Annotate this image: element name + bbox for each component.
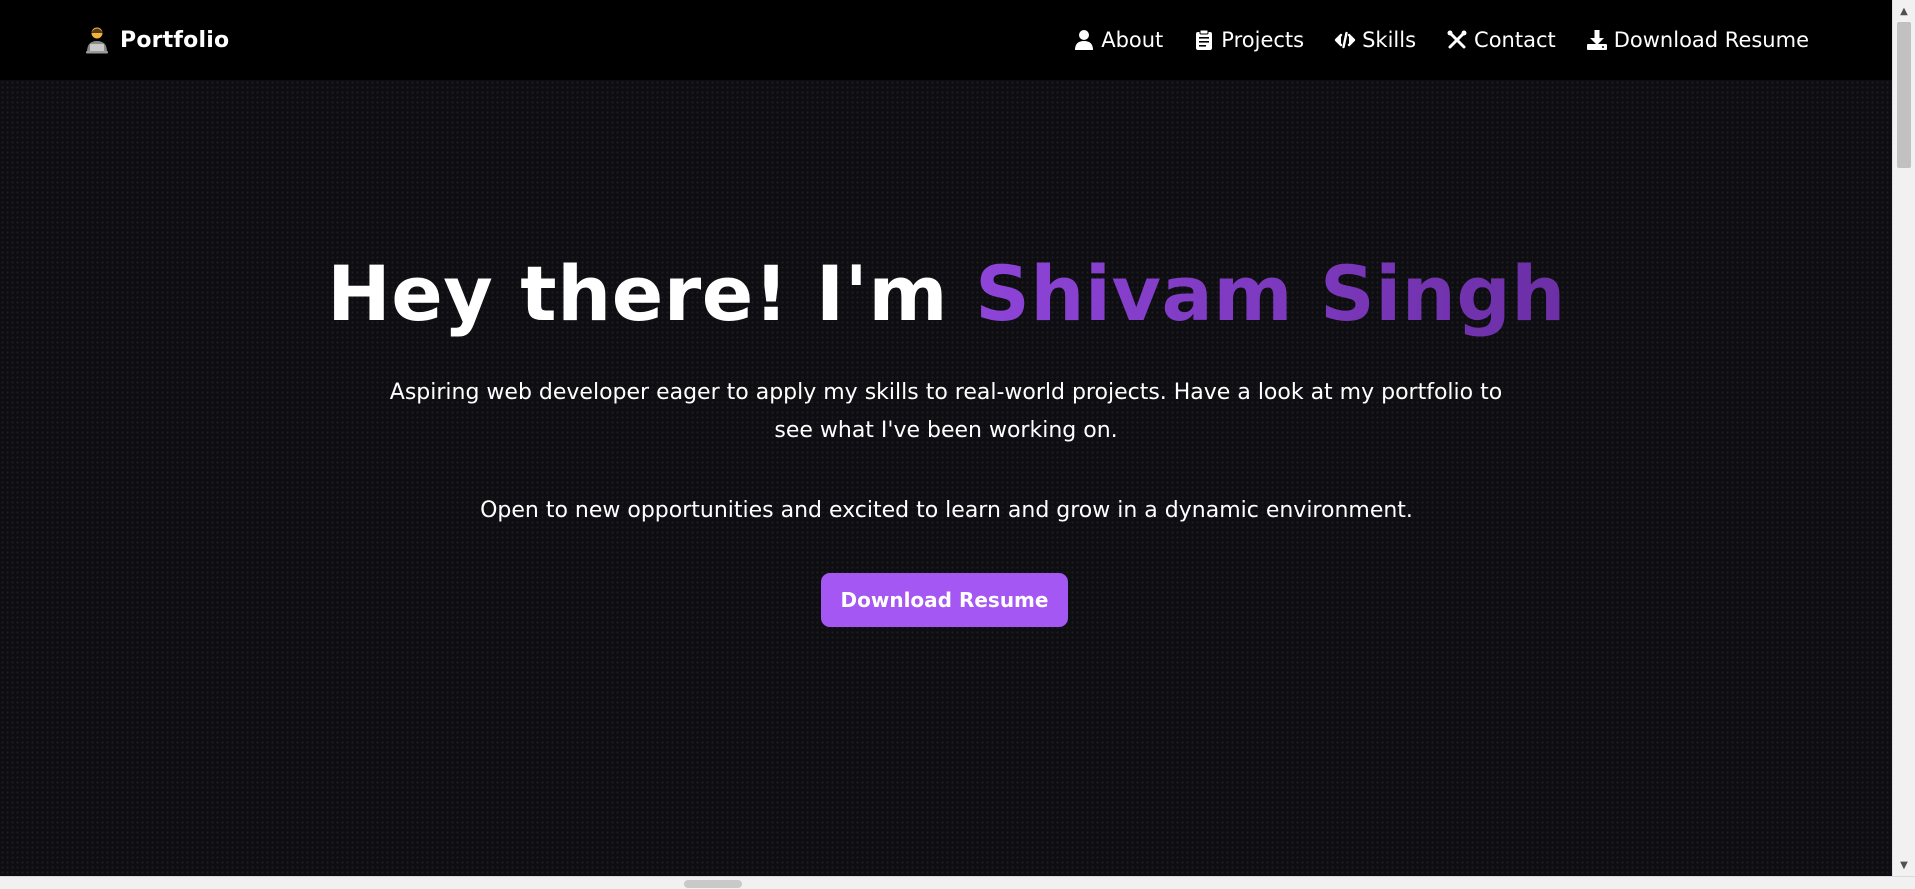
user-icon [1075,30,1094,50]
nav-links: About Projects Skills Contact Download R… [1073,24,1809,56]
nav-contact-label: Contact [1474,28,1556,52]
hero-name: Shivam Singh [975,249,1566,338]
brand-logo[interactable]: Portfolio [84,24,229,56]
nav-about-label: About [1101,28,1164,52]
nav-skills[interactable]: Skills [1334,28,1416,52]
scroll-down-icon[interactable]: ▼ [1893,854,1915,876]
navbar: Portfolio About Projects Skills Contact … [0,0,1893,80]
hero-greeting: Hey there! I'm [327,249,976,338]
code-icon [1334,31,1356,49]
nav-contact[interactable]: Contact [1446,28,1556,52]
nav-download-resume-label: Download Resume [1613,28,1809,52]
brand-name: Portfolio [120,27,230,53]
horizontal-scrollbar[interactable] [0,876,1915,889]
page-viewport: Portfolio About Projects Skills Contact … [0,0,1893,876]
horizontal-scroll-thumb[interactable] [684,880,742,888]
nav-download-resume[interactable]: Download Resume [1586,28,1809,52]
hero-description-secondary: Open to new opportunities and excited to… [480,498,1413,523]
developer-emoji-icon [86,27,108,54]
clipboard-icon [1196,29,1213,50]
nav-about[interactable]: About [1073,28,1163,52]
download-icon [1586,30,1607,50]
download-resume-button[interactable]: Download Resume [821,573,1068,627]
hero-description: Aspiring web developer eager to apply my… [389,380,1503,443]
scroll-thumb[interactable] [1897,22,1911,168]
nav-projects[interactable]: Projects [1193,28,1304,52]
tools-icon [1447,30,1467,49]
scroll-up-icon[interactable]: ▲ [1893,0,1915,22]
vertical-scrollbar[interactable]: ▲ ▼ [1892,0,1915,876]
nav-projects-label: Projects [1221,28,1305,52]
nav-skills-label: Skills [1362,28,1417,52]
hero-title: Hey there! I'm Shivam Singh [0,245,1893,343]
